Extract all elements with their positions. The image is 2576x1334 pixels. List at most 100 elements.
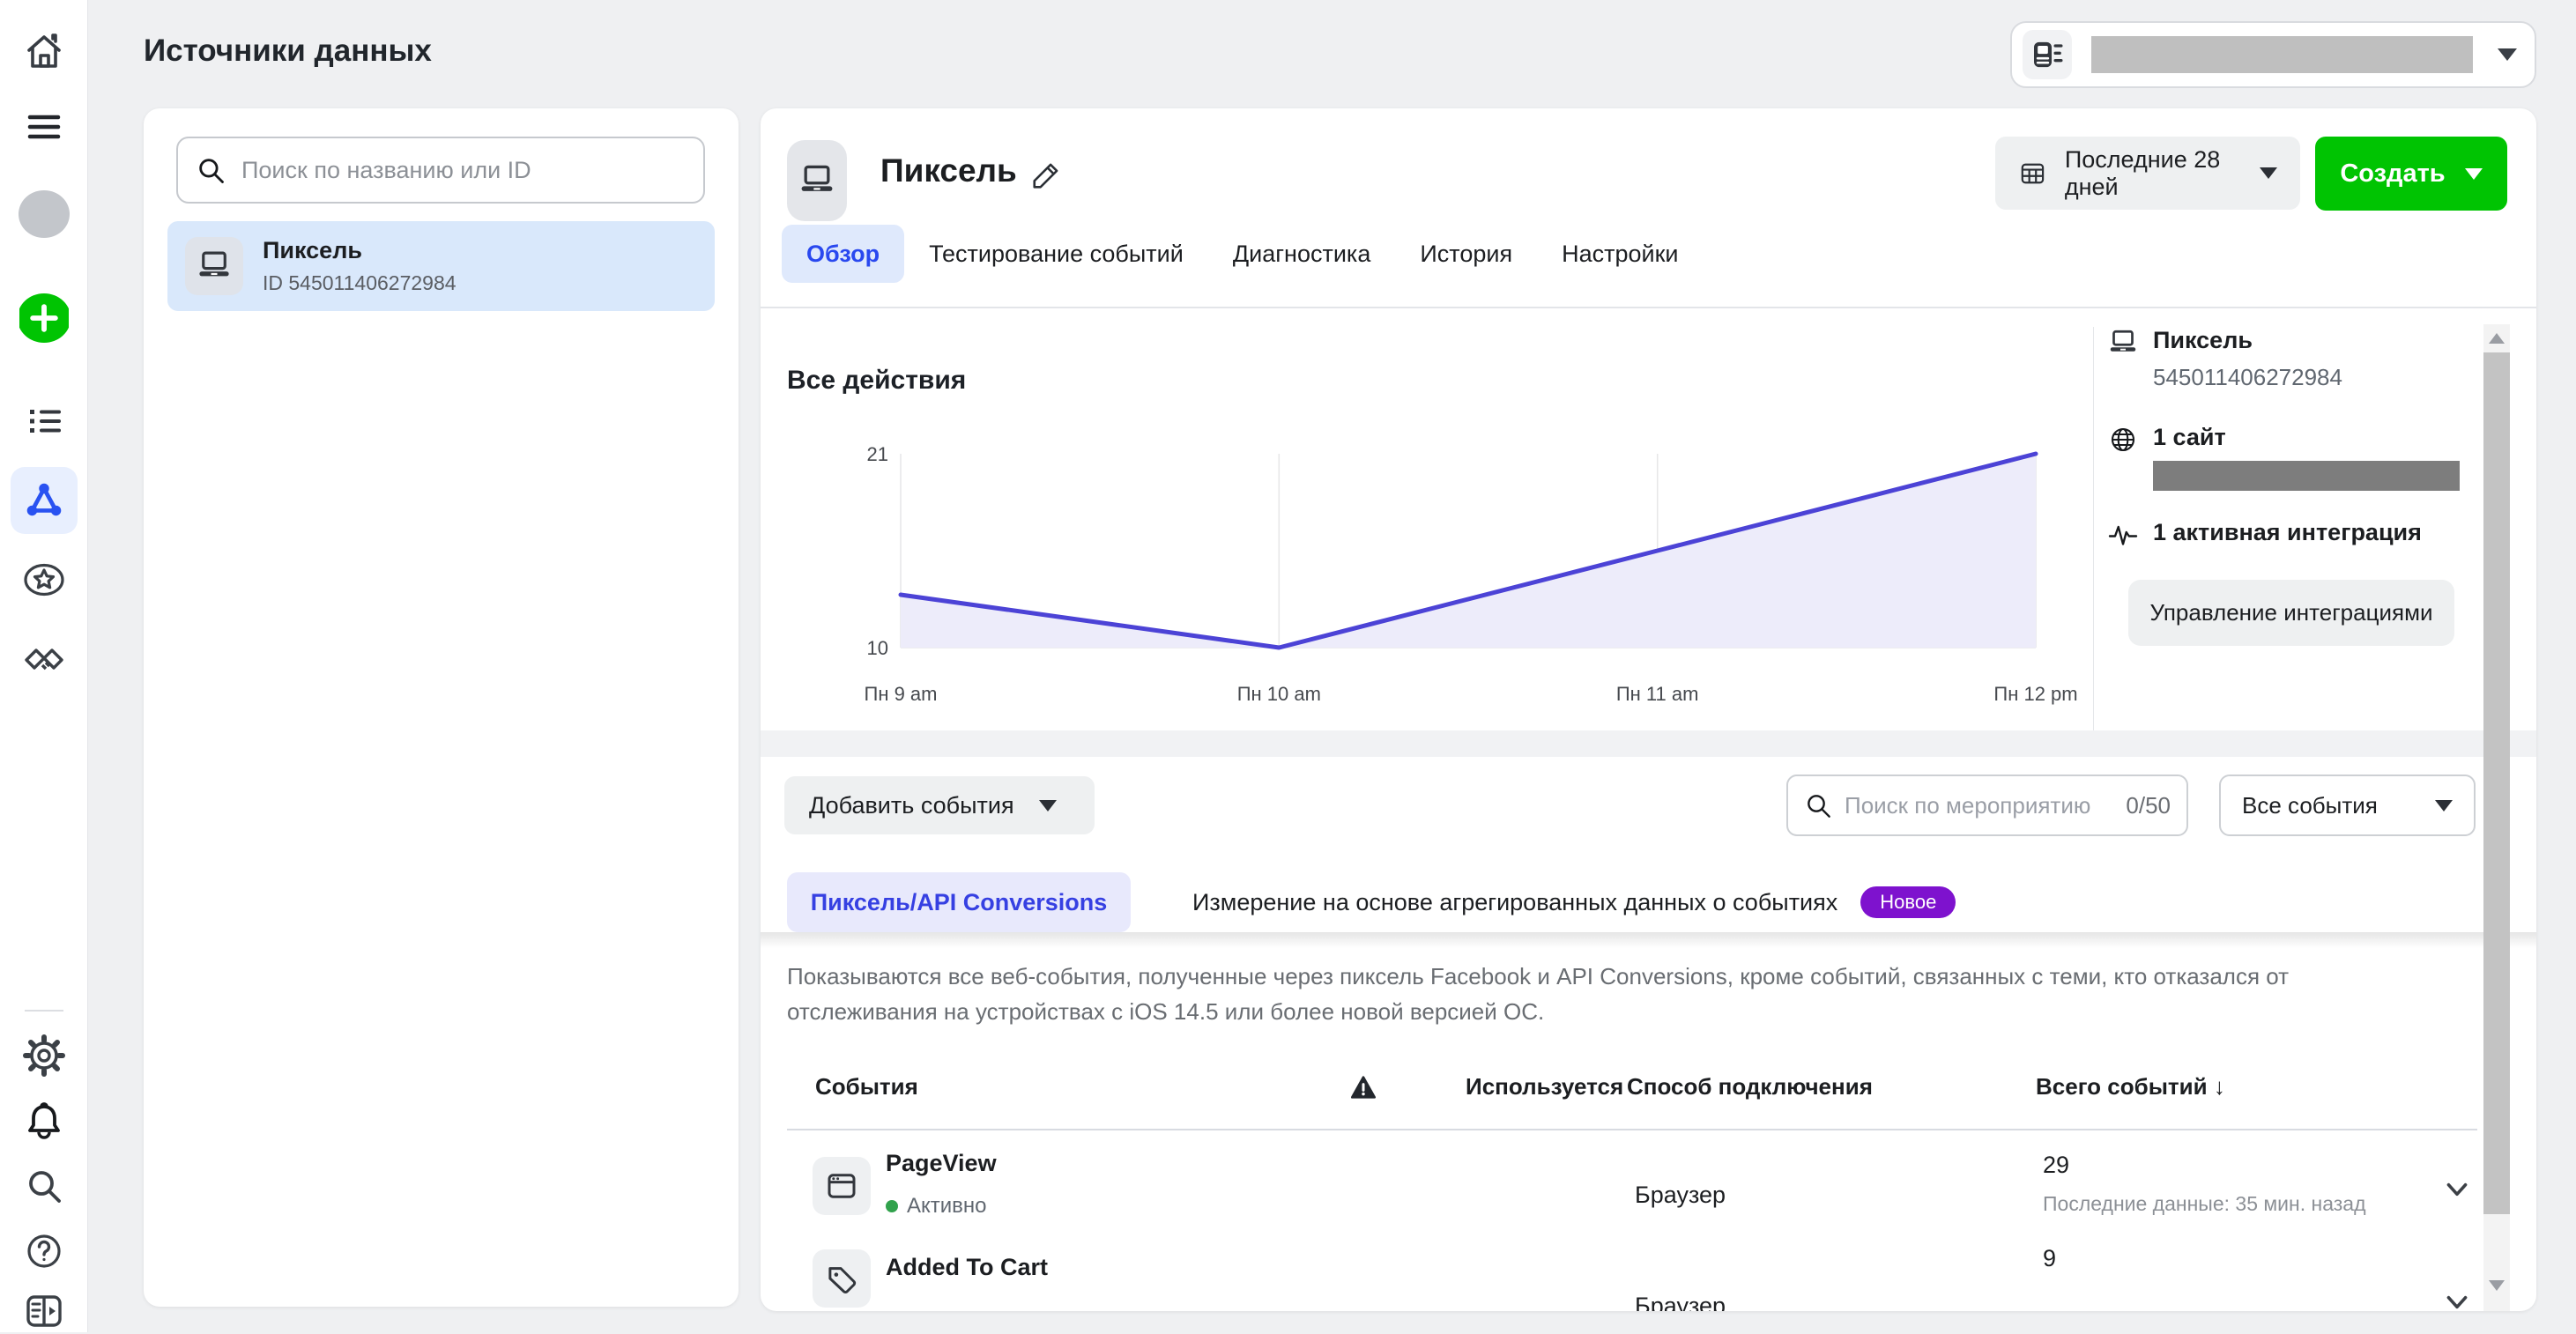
event-last-data: Последние данные: 35 мин. назад xyxy=(2043,1192,2366,1216)
pixel-header-icon-tile xyxy=(787,140,847,221)
calendar-icon xyxy=(2018,156,2047,191)
event-status: Активно xyxy=(886,1194,987,1219)
pixel-laptop-icon xyxy=(798,161,836,200)
add-events-button[interactable]: Добавить события xyxy=(784,776,1095,834)
source-name: Пиксель xyxy=(263,237,457,264)
pixel-detail-panel: Пиксель Обзор Тестирование событий Диагн… xyxy=(761,108,2536,1311)
overview-list-icon[interactable] xyxy=(21,398,67,444)
info-pixel-name: Пиксель xyxy=(2153,327,2253,359)
expand-chevron-icon[interactable] xyxy=(2442,1175,2472,1204)
activity-pulse-icon xyxy=(2107,519,2139,551)
chevron-down-icon xyxy=(2435,800,2453,812)
source-list-item-pixel[interactable]: Пиксель ID 545011406272984 xyxy=(167,221,715,311)
pixel-tabs: Обзор Тестирование событий Диагностика И… xyxy=(782,219,1703,288)
x-tick-label: Пн 11 am xyxy=(1616,683,1699,706)
warning-icon xyxy=(1349,1073,1377,1108)
info-pixel-id: 545011406272984 xyxy=(2153,364,2342,391)
table-header-divider xyxy=(787,1129,2477,1130)
tab-aggregated-event-measurement[interactable]: Измерение на основе агрегированных данны… xyxy=(1192,872,1956,932)
info-panel-divider xyxy=(2093,327,2094,732)
scroll-down-arrow[interactable] xyxy=(2489,1280,2505,1291)
expand-chevron-icon[interactable] xyxy=(2442,1287,2472,1311)
tab-overview[interactable]: Обзор xyxy=(782,225,904,283)
avatar[interactable] xyxy=(19,190,70,238)
help-icon[interactable] xyxy=(21,1228,67,1274)
custom-conversions-star-icon[interactable] xyxy=(21,557,67,603)
y-tick-label: 21 xyxy=(867,443,888,466)
info-sites-row: 1 сайт xyxy=(2107,424,2226,456)
vertical-scrollbar[interactable] xyxy=(2483,324,2510,1311)
notifications-bell-icon[interactable] xyxy=(21,1098,67,1144)
event-total: 9 xyxy=(2043,1245,2056,1272)
all-activity-chart xyxy=(901,454,2036,648)
new-badge: Новое xyxy=(1860,886,1956,918)
tab-history[interactable]: История xyxy=(1395,225,1537,283)
pixel-laptop-icon xyxy=(2107,327,2139,359)
search-icon[interactable] xyxy=(21,1163,67,1209)
info-integrations-row: 1 активная интеграция xyxy=(2107,519,2422,551)
header-divider xyxy=(761,307,2536,308)
info-pixel-row: Пиксель xyxy=(2107,327,2253,359)
event-search: 0/50 xyxy=(1786,774,2188,836)
tag-icon xyxy=(813,1249,871,1308)
col-used: Используется xyxy=(1466,1073,1623,1101)
chart-x-axis: Пн 9 amПн 10 amПн 11 amПн 12 pm xyxy=(901,683,2036,709)
tab-test-events[interactable]: Тестирование событий xyxy=(904,225,1208,283)
account-selector[interactable] xyxy=(2010,21,2536,88)
col-total-label: Всего событий xyxy=(2036,1073,2208,1100)
rail-divider xyxy=(25,1010,63,1012)
home-icon[interactable] xyxy=(21,28,67,74)
search-char-counter: 0/50 xyxy=(2126,792,2171,819)
x-tick-label: Пн 12 pm xyxy=(1993,683,2077,706)
source-search-input[interactable] xyxy=(241,157,686,184)
manage-integrations-button[interactable]: Управление интеграциями xyxy=(2128,580,2454,646)
partner-handshake-icon[interactable] xyxy=(21,636,67,682)
tab-settings[interactable]: Настройки xyxy=(1537,225,1703,283)
search-icon xyxy=(1804,791,1832,819)
data-sources-icon-active[interactable] xyxy=(11,467,78,534)
tab-diagnostics[interactable]: Диагностика xyxy=(1208,225,1396,283)
col-connection: Способ подключения xyxy=(1627,1073,1873,1101)
event-filter-dropdown[interactable]: Все события xyxy=(2219,774,2476,836)
data-sources-panel: Пиксель ID 545011406272984 xyxy=(144,108,739,1307)
event-connection: Браузер xyxy=(1635,1293,1726,1311)
collapse-sidebar-icon[interactable] xyxy=(21,1288,67,1334)
search-icon xyxy=(196,155,226,185)
menu-icon[interactable] xyxy=(21,104,67,150)
globe-icon xyxy=(2107,424,2139,456)
pixel-laptop-icon xyxy=(185,237,243,295)
x-tick-label: Пн 9 am xyxy=(865,683,938,706)
chevron-down-icon xyxy=(2260,167,2277,179)
business-tools-icon xyxy=(2023,30,2072,79)
table-row-added-to-cart[interactable]: Added To Cart Браузер 9 xyxy=(787,1238,2505,1311)
create-button-label: Создать xyxy=(2340,159,2445,189)
date-range-label: Последние 28 дней xyxy=(2065,146,2242,201)
x-tick-label: Пн 10 am xyxy=(1237,683,1321,706)
scrollbar-thumb[interactable] xyxy=(2483,352,2510,1214)
event-search-input[interactable] xyxy=(1845,792,2120,819)
source-search xyxy=(176,137,705,204)
tab-aggregated-label: Измерение на основе агрегированных данны… xyxy=(1192,889,1837,916)
info-integrations-label: 1 активная интеграция xyxy=(2153,519,2422,551)
active-status-dot xyxy=(886,1200,898,1212)
events-description: Показываются все веб-события, полученные… xyxy=(787,959,2444,1029)
edit-pencil-icon[interactable] xyxy=(1027,158,1064,195)
create-button[interactable]: Создать xyxy=(2315,137,2507,211)
event-total: 29 xyxy=(2043,1152,2069,1179)
section-gap xyxy=(761,730,2536,757)
create-plus-button[interactable] xyxy=(19,295,69,341)
col-total[interactable]: Всего событий ↓ xyxy=(2036,1073,2225,1101)
tab-pixel-api-conversions[interactable]: Пиксель/API Conversions xyxy=(787,872,1131,932)
y-tick-label: 10 xyxy=(867,637,888,660)
source-id: ID 545011406272984 xyxy=(263,271,457,295)
scroll-up-arrow[interactable] xyxy=(2489,333,2505,344)
chevron-down-icon xyxy=(1039,800,1057,812)
event-name: PageView xyxy=(886,1150,997,1177)
date-range-selector[interactable]: Последние 28 дней xyxy=(1995,137,2300,210)
chart-svg xyxy=(901,454,2036,648)
settings-gear-icon[interactable] xyxy=(21,1033,67,1078)
redacted-account-name xyxy=(2091,36,2473,73)
chart-title: Все действия xyxy=(787,366,966,396)
table-row-pageview[interactable]: PageView Активно Браузер 29 Последние да… xyxy=(787,1141,2505,1245)
event-connection: Браузер xyxy=(1635,1182,1726,1209)
